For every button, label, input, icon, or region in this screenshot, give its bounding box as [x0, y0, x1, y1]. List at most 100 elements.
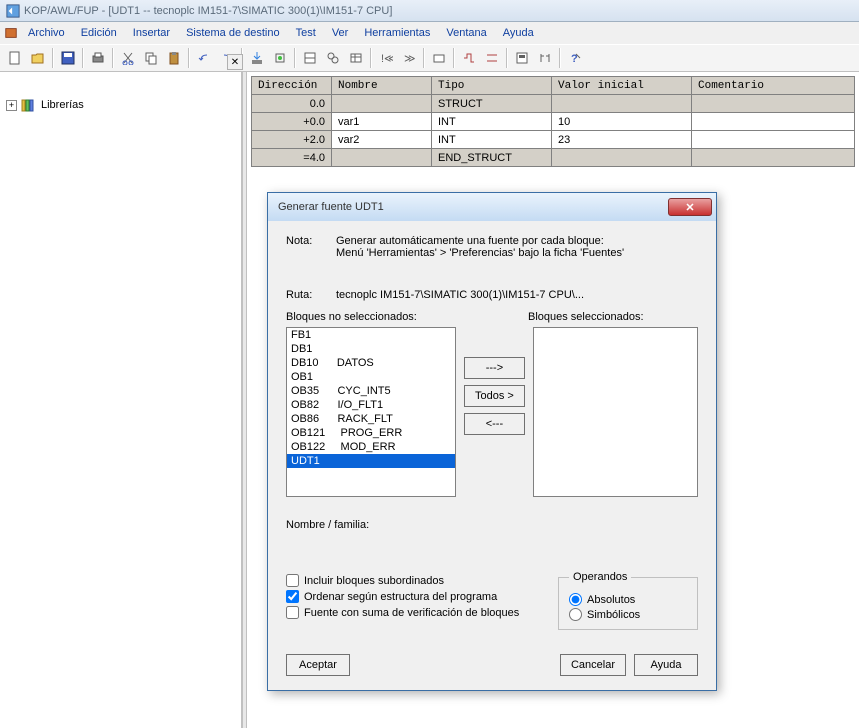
cancelar-button[interactable]: Cancelar — [560, 654, 626, 676]
tb-print[interactable] — [87, 47, 109, 69]
th-nombre[interactable]: Nombre — [332, 77, 432, 95]
th-direccion[interactable]: Dirección — [252, 77, 332, 95]
table-row[interactable]: 0.0 STRUCT — [252, 95, 855, 113]
window-title: KOP/AWL/FUP - [UDT1 -- tecnoplc IM151-7\… — [24, 5, 392, 17]
list-item[interactable]: OB35 CYC_INT5 — [287, 384, 455, 398]
unselected-blocks-list[interactable]: FB1 DB1 DB10 DATOSOB1 OB35 CYC_INT5OB82 … — [286, 327, 456, 497]
cell-val[interactable] — [552, 149, 692, 167]
sidebar: + Librerías — [0, 72, 242, 728]
move-all-button[interactable]: Todos > — [464, 385, 525, 407]
selected-blocks-list[interactable] — [533, 327, 698, 497]
cell-name[interactable]: var2 — [332, 131, 432, 149]
tb-var[interactable] — [345, 47, 367, 69]
tree-item-librerias[interactable]: + Librerías — [4, 96, 237, 114]
menu-edicion[interactable]: Edición — [73, 25, 125, 41]
tb-block[interactable] — [299, 47, 321, 69]
table-row[interactable]: +2.0var2INT23 — [252, 131, 855, 149]
ayuda-button[interactable]: Ayuda — [634, 654, 698, 676]
list-item[interactable]: FB1 — [287, 328, 455, 342]
cell-comment[interactable] — [692, 149, 855, 167]
svg-text:!≪: !≪ — [381, 53, 393, 65]
tb-save[interactable] — [57, 47, 79, 69]
tree-expand-icon[interactable]: + — [6, 100, 17, 111]
radio-absolutos-input[interactable] — [569, 593, 582, 606]
cell-val[interactable]: 23 — [552, 131, 692, 149]
left-list-header: Bloques no seleccionados: — [286, 311, 417, 323]
radio-simbolicos-input[interactable] — [569, 608, 582, 621]
move-left-button[interactable]: <--- — [464, 413, 525, 435]
cell-comment[interactable] — [692, 131, 855, 149]
menu-ver[interactable]: Ver — [324, 25, 357, 41]
tb-download[interactable] — [246, 47, 268, 69]
chk-subordinados-box[interactable] — [286, 574, 299, 587]
cell-tipo[interactable]: INT — [432, 131, 552, 149]
table-row[interactable]: +0.0var1INT10 — [252, 113, 855, 131]
th-valor[interactable]: Valor inicial — [552, 77, 692, 95]
cell-tipo[interactable]: END_STRUCT — [432, 149, 552, 167]
tb-goto[interactable]: !≪ — [375, 47, 397, 69]
collapse-panel-button[interactable]: ✕ — [227, 54, 243, 70]
data-table: Dirección Nombre Tipo Valor inicial Come… — [251, 76, 855, 167]
chk-checksum-box[interactable] — [286, 606, 299, 619]
tb-new[interactable] — [4, 47, 26, 69]
cell-addr[interactable]: +0.0 — [252, 113, 332, 131]
tb-network[interactable] — [511, 47, 533, 69]
cell-addr[interactable]: 0.0 — [252, 95, 332, 113]
tb-goto2[interactable]: ≫! — [398, 47, 420, 69]
list-item[interactable]: OB82 I/O_FLT1 — [287, 398, 455, 412]
tb-find[interactable] — [428, 47, 450, 69]
menu-herramientas[interactable]: Herramientas — [356, 25, 438, 41]
chk-ordenar[interactable]: Ordenar según estructura del programa — [286, 590, 542, 603]
cell-name[interactable]: var1 — [332, 113, 432, 131]
tb-sep — [423, 48, 425, 68]
splitter[interactable]: ✕ — [242, 72, 247, 728]
cell-comment[interactable] — [692, 95, 855, 113]
tb-undo[interactable] — [193, 47, 215, 69]
th-comentario[interactable]: Comentario — [692, 77, 855, 95]
cell-name[interactable] — [332, 149, 432, 167]
cell-name[interactable] — [332, 95, 432, 113]
tb-monitor[interactable] — [322, 47, 344, 69]
radio-simbolicos[interactable]: Simbólicos — [569, 608, 687, 621]
chk-subordinados[interactable]: Incluir bloques subordinados — [286, 574, 542, 587]
menu-insertar[interactable]: Insertar — [125, 25, 178, 41]
tb-online[interactable] — [269, 47, 291, 69]
cell-val[interactable]: 10 — [552, 113, 692, 131]
radio-absolutos[interactable]: Absolutos — [569, 593, 687, 606]
cell-comment[interactable] — [692, 113, 855, 131]
tb-cut[interactable] — [117, 47, 139, 69]
aceptar-button[interactable]: Aceptar — [286, 654, 350, 676]
menubar: Archivo Edición Insertar Sistema de dest… — [0, 22, 859, 44]
tb-lad[interactable] — [534, 47, 556, 69]
menu-ventana[interactable]: Ventana — [438, 25, 494, 41]
menu-ayuda[interactable]: Ayuda — [495, 25, 542, 41]
list-item[interactable]: OB122 MOD_ERR — [287, 440, 455, 454]
cell-val[interactable] — [552, 95, 692, 113]
cell-tipo[interactable]: STRUCT — [432, 95, 552, 113]
list-item[interactable]: OB86 RACK_FLT — [287, 412, 455, 426]
tb-paste[interactable] — [163, 47, 185, 69]
menu-test[interactable]: Test — [288, 25, 324, 41]
tb-segment1[interactable] — [458, 47, 480, 69]
tb-segment2[interactable] — [481, 47, 503, 69]
close-icon[interactable]: ✕ — [668, 198, 712, 216]
table-row[interactable]: =4.0 END_STRUCT — [252, 149, 855, 167]
tb-copy[interactable] — [140, 47, 162, 69]
list-item[interactable]: DB1 — [287, 342, 455, 356]
list-item[interactable]: OB1 — [287, 370, 455, 384]
menu-archivo[interactable]: Archivo — [20, 25, 73, 41]
cell-addr[interactable]: =4.0 — [252, 149, 332, 167]
chk-checksum[interactable]: Fuente con suma de verificación de bloqu… — [286, 606, 542, 619]
cell-tipo[interactable]: INT — [432, 113, 552, 131]
list-item[interactable]: OB121 PROG_ERR — [287, 426, 455, 440]
cell-addr[interactable]: +2.0 — [252, 131, 332, 149]
list-item[interactable]: UDT1 — [287, 454, 455, 468]
tb-help[interactable]: ? — [564, 47, 586, 69]
chk-ordenar-box[interactable] — [286, 590, 299, 603]
th-tipo[interactable]: Tipo — [432, 77, 552, 95]
menu-sistema[interactable]: Sistema de destino — [178, 25, 288, 41]
move-right-button[interactable]: ---> — [464, 357, 525, 379]
tb-open[interactable] — [27, 47, 49, 69]
list-item[interactable]: DB10 DATOS — [287, 356, 455, 370]
dialog-titlebar[interactable]: Generar fuente UDT1 ✕ — [268, 193, 716, 221]
